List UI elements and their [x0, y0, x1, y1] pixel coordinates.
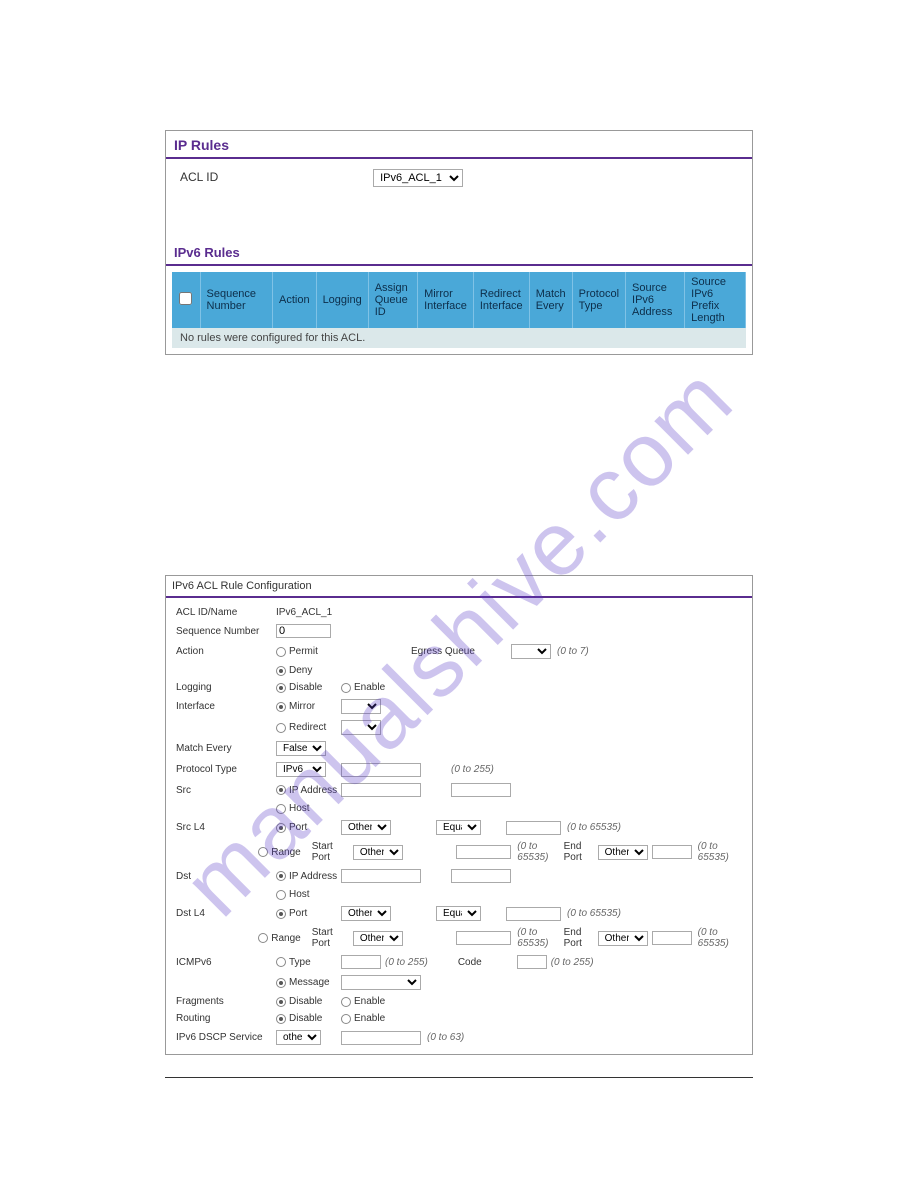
- protocol-input[interactable]: [341, 763, 421, 777]
- row-action-deny: Deny: [166, 662, 752, 679]
- row-icmpv6-msg: Message: [166, 972, 752, 993]
- row-srcl4-range: Range Start Port Other (0 to 65535) End …: [166, 838, 752, 866]
- footer-rule: [165, 1077, 753, 1078]
- acl-id-name-value: IPv6_ACL_1: [276, 607, 332, 618]
- row-match-every: Match Every False: [166, 738, 752, 759]
- acl-id-select[interactable]: IPv6_ACL_1: [373, 169, 463, 187]
- mirror-radio[interactable]: [276, 702, 286, 712]
- srcl4-equal-select[interactable]: Equal: [436, 820, 481, 835]
- dstl4-start-select[interactable]: Other: [353, 931, 403, 946]
- select-all-checkbox[interactable]: [179, 292, 192, 305]
- icmpv6-type-radio[interactable]: [276, 957, 286, 967]
- src-host-radio[interactable]: [276, 804, 286, 814]
- dstl4-end-select[interactable]: Other: [598, 931, 648, 946]
- col-logging: Logging: [316, 272, 368, 328]
- dstl4-equal-select[interactable]: Equal: [436, 906, 481, 921]
- config-title: IPv6 ACL Rule Configuration: [166, 576, 752, 598]
- srcl4-port-type-select[interactable]: Other: [341, 820, 391, 835]
- acl-id-row: ACL ID IPv6_ACL_1: [166, 159, 752, 197]
- row-srcl4-port: Src L4 Port Other Equal (0 to 65535): [166, 817, 752, 838]
- logging-enable-radio[interactable]: [341, 683, 351, 693]
- row-dst-host: Host: [166, 886, 752, 903]
- row-icmpv6-type: ICMPv6 Type (0 to 255) Code (0 to 255): [166, 952, 752, 972]
- col-src-prefix: Source IPv6 Prefix Length: [685, 272, 746, 328]
- src-ip-radio[interactable]: [276, 785, 286, 795]
- egress-select[interactable]: [511, 644, 551, 659]
- seq-input[interactable]: [276, 624, 331, 638]
- row-acl-id-name: ACL ID/Name IPv6_ACL_1: [166, 604, 752, 621]
- row-interface-mirror: Interface Mirror: [166, 696, 752, 717]
- permit-radio[interactable]: [276, 647, 286, 657]
- redirect-select[interactable]: [341, 720, 381, 735]
- row-action-permit: Action Permit Egress Queue (0 to 7): [166, 641, 752, 662]
- src-ip-mask-input[interactable]: [451, 783, 511, 797]
- col-protocol: Protocol Type: [572, 272, 625, 328]
- protocol-select[interactable]: IPv6: [276, 762, 326, 777]
- row-dst-ip: Dst IP Address: [166, 866, 752, 886]
- dstl4-range-radio[interactable]: [258, 933, 268, 943]
- row-dstl4-range: Range Start Port Other (0 to 65535) End …: [166, 924, 752, 952]
- logging-disable-radio[interactable]: [276, 683, 286, 693]
- icmpv6-type-input[interactable]: [341, 955, 381, 969]
- src-ip-input[interactable]: [341, 783, 421, 797]
- ip-rules-panel: IP Rules ACL ID IPv6_ACL_1 IPv6 Rules Se…: [165, 130, 753, 355]
- row-dstl4-port: Dst L4 Port Other Equal (0 to 65535): [166, 903, 752, 924]
- icmpv6-msg-select[interactable]: [341, 975, 421, 990]
- col-match-every: Match Every: [529, 272, 572, 328]
- redirect-radio[interactable]: [276, 723, 286, 733]
- ipv6-rules-title: IPv6 Rules: [166, 237, 752, 266]
- col-redirect: Redirect Interface: [473, 272, 529, 328]
- row-seq: Sequence Number: [166, 621, 752, 641]
- row-fragments: Fragments Disable Enable: [166, 993, 752, 1010]
- srcl4-end-select[interactable]: Other: [598, 845, 648, 860]
- srcl4-start-select[interactable]: Other: [353, 845, 403, 860]
- dst-host-radio[interactable]: [276, 890, 286, 900]
- ip-rules-title: IP Rules: [166, 131, 752, 159]
- dscp-input[interactable]: [341, 1031, 421, 1045]
- dscp-select[interactable]: other: [276, 1030, 321, 1045]
- row-src-host: Host: [166, 800, 752, 817]
- routing-enable-radio[interactable]: [341, 1014, 351, 1024]
- icmpv6-code-input[interactable]: [517, 955, 547, 969]
- row-interface-redirect: Redirect: [166, 717, 752, 738]
- match-every-select[interactable]: False: [276, 741, 326, 756]
- dstl4-end-input[interactable]: [652, 931, 692, 945]
- row-routing: Routing Disable Enable: [166, 1010, 752, 1027]
- dstl4-port-radio[interactable]: [276, 909, 286, 919]
- row-protocol: Protocol Type IPv6 (0 to 255): [166, 759, 752, 780]
- dst-ip-input[interactable]: [341, 869, 421, 883]
- row-logging: Logging Disable Enable: [166, 679, 752, 696]
- srcl4-end-input[interactable]: [652, 845, 692, 859]
- srcl4-port-input[interactable]: [506, 821, 561, 835]
- ipv6-rules-table: Sequence Number Action Logging Assign Qu…: [172, 272, 746, 328]
- dstl4-port-input[interactable]: [506, 907, 561, 921]
- row-src-ip: Src IP Address: [166, 780, 752, 800]
- icmpv6-msg-radio[interactable]: [276, 978, 286, 988]
- no-rules-message: No rules were configured for this ACL.: [172, 328, 746, 348]
- srcl4-start-input[interactable]: [456, 845, 511, 859]
- col-mirror: Mirror Interface: [418, 272, 474, 328]
- col-seq: Sequence Number: [200, 272, 272, 328]
- row-dscp: IPv6 DSCP Service other (0 to 63): [166, 1027, 752, 1048]
- dst-ip-radio[interactable]: [276, 871, 286, 881]
- col-src-addr: Source IPv6 Address: [626, 272, 685, 328]
- col-assign-queue: Assign Queue ID: [368, 272, 417, 328]
- deny-radio[interactable]: [276, 666, 286, 676]
- dst-ip-mask-input[interactable]: [451, 869, 511, 883]
- ipv6-acl-rule-config-panel: IPv6 ACL Rule Configuration ACL ID/Name …: [165, 575, 753, 1055]
- srcl4-port-radio[interactable]: [276, 823, 286, 833]
- dstl4-start-input[interactable]: [456, 931, 511, 945]
- mirror-select[interactable]: [341, 699, 381, 714]
- frag-disable-radio[interactable]: [276, 997, 286, 1007]
- col-action: Action: [272, 272, 316, 328]
- dstl4-port-type-select[interactable]: Other: [341, 906, 391, 921]
- acl-id-label: ACL ID: [180, 170, 370, 184]
- routing-disable-radio[interactable]: [276, 1014, 286, 1024]
- select-all-header[interactable]: [172, 272, 200, 328]
- frag-enable-radio[interactable]: [341, 997, 351, 1007]
- srcl4-range-radio[interactable]: [258, 847, 268, 857]
